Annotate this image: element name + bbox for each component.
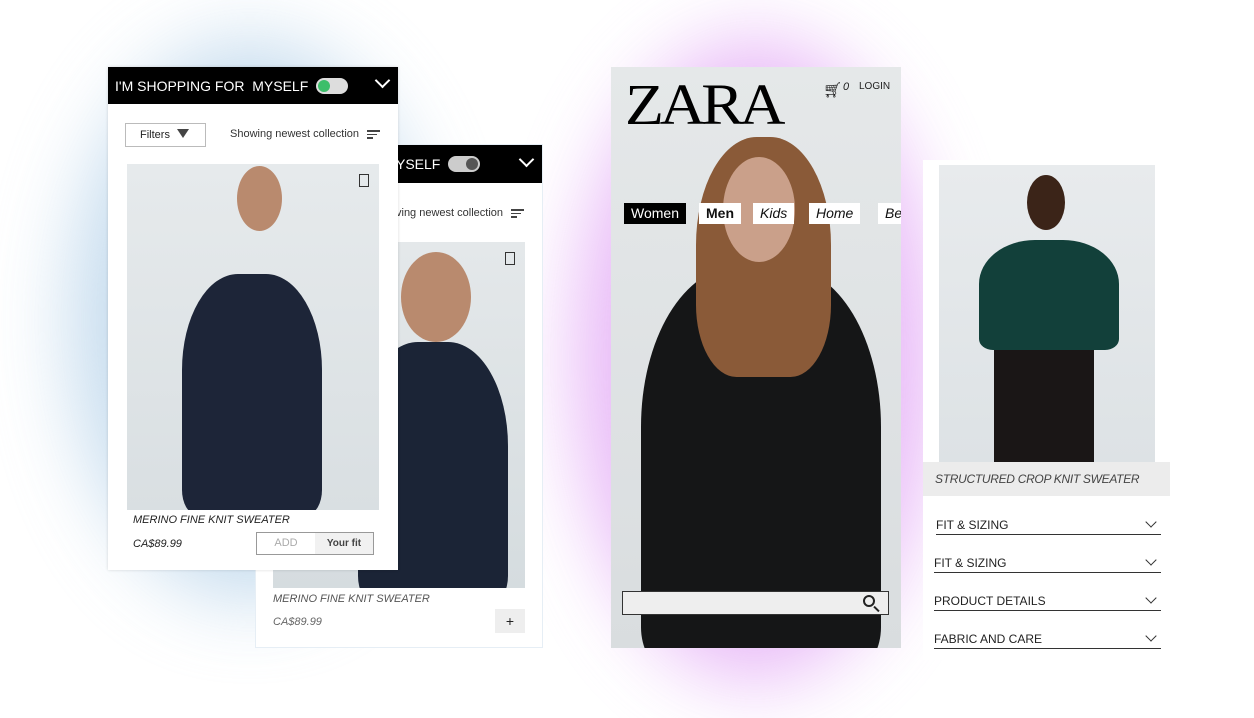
filter-icon — [177, 129, 189, 138]
search-input[interactable] — [622, 591, 889, 615]
bookmark-icon[interactable] — [359, 174, 369, 187]
cart-icon[interactable]: 🛒︎ — [823, 81, 842, 99]
product-title: STRUCTURED CROP KNIT SWEATER — [923, 462, 1170, 496]
filters-button[interactable]: Filters — [125, 123, 206, 147]
tab-home[interactable]: Home — [809, 203, 861, 224]
accordion-fit-sizing-2[interactable]: FIT & SIZING — [934, 554, 1161, 573]
search-icon[interactable] — [863, 595, 875, 607]
product-image[interactable] — [127, 164, 379, 510]
product-price: CA$89.99 — [273, 616, 322, 628]
add-button[interactable]: + — [495, 609, 525, 633]
accordion-fabric-care[interactable]: FABRIC AND CARE — [934, 630, 1161, 649]
your-fit-button[interactable]: Your fit — [315, 533, 373, 554]
chevron-down-icon[interactable] — [374, 72, 391, 89]
add-button[interactable]: ADD — [257, 533, 315, 554]
sort-control[interactable]: Showing newest collection — [230, 128, 381, 141]
sort-icon — [511, 207, 525, 220]
tab-women[interactable]: Women — [624, 203, 686, 224]
bookmark-icon[interactable] — [505, 252, 515, 265]
tab-men[interactable]: Men — [699, 203, 741, 224]
product-price: CA$89.99 — [133, 538, 182, 550]
zara-home-panel: ZARA 🛒︎ 0 LOGIN Women Men Kids Home Be — [611, 67, 901, 648]
add-fit-control: ADD Your fit — [256, 532, 374, 555]
product-title[interactable]: MERINO FINE KNIT SWEATER — [273, 593, 430, 605]
sort-control[interactable]: ving newest collection — [396, 207, 525, 220]
chevron-down-icon — [1145, 554, 1157, 566]
shopping-panel: I'M SHOPPING FOR MYSELF Filters Showing … — [108, 67, 398, 570]
zara-logo[interactable]: ZARA — [625, 71, 785, 138]
chevron-down-icon — [1145, 592, 1157, 604]
shopping-toggle[interactable] — [448, 156, 481, 172]
chevron-down-icon — [1145, 516, 1157, 528]
cart-count: 0 — [843, 81, 850, 93]
product-image[interactable] — [939, 165, 1155, 462]
tab-beauty[interactable]: Be — [878, 203, 901, 224]
tab-kids[interactable]: Kids — [753, 203, 795, 224]
accordion-fit-sizing[interactable]: FIT & SIZING — [936, 516, 1161, 535]
sort-icon — [367, 128, 381, 141]
accordion-product-details[interactable]: PRODUCT DETAILS — [934, 592, 1161, 611]
chevron-down-icon — [1145, 630, 1157, 642]
login-link[interactable]: LOGIN — [859, 81, 890, 92]
header-text: I'M SHOPPING FOR MYSELF — [115, 77, 309, 94]
header-text: YSELF — [396, 156, 441, 172]
chevron-down-icon[interactable] — [518, 151, 535, 168]
product-title[interactable]: MERINO FINE KNIT SWEATER — [133, 514, 290, 526]
shopping-toggle[interactable] — [316, 77, 349, 94]
